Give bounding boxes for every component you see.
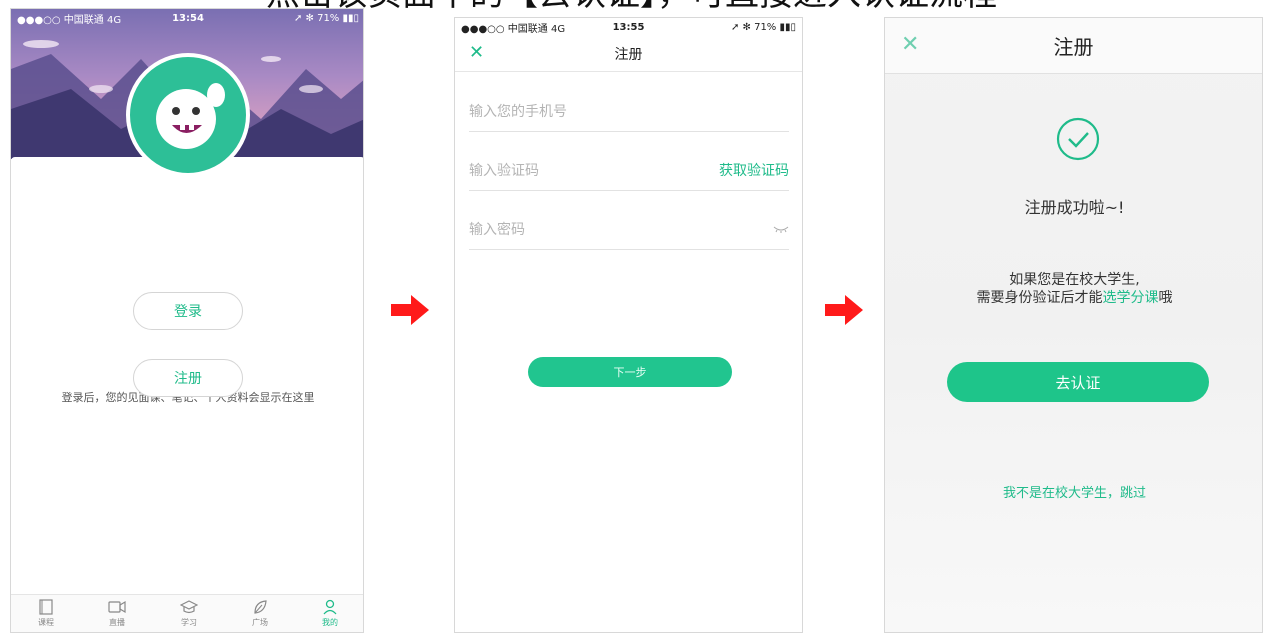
- bottom-tab-bar: 课程 直播 学习 广场 我的: [11, 594, 363, 632]
- yeti-mascot-icon: [156, 83, 225, 149]
- credit-course-link: 选学分课: [1102, 290, 1159, 306]
- go-verify-button[interactable]: 去认证: [947, 362, 1209, 402]
- page-title: 注册: [614, 46, 643, 63]
- check-circle-icon: [1056, 117, 1100, 161]
- verification-hint: 如果您是在校大学生, 需要身份验证后才能选学分课哦: [885, 271, 1262, 307]
- tab-mine[interactable]: 我的: [322, 599, 338, 628]
- phone-number-placeholder: 输入您的手机号: [469, 103, 567, 120]
- profile-screen: ●●●○○ 中国联通 4G 13:54 ➚ ✻ 71% ▮▮▯ 登录后，您的见面…: [10, 8, 364, 633]
- tab-live[interactable]: 直播: [108, 599, 126, 628]
- tab-label: 学习: [181, 618, 197, 627]
- arrow-right-icon: [825, 295, 863, 325]
- status-time: 13:54: [172, 12, 204, 24]
- book-icon: [39, 599, 53, 615]
- verification-code-field[interactable]: 输入验证码 获取验证码: [469, 149, 789, 191]
- avatar: [126, 53, 250, 177]
- page-title: 注册: [1053, 35, 1094, 59]
- nav-bar: ✕ 注册: [455, 36, 802, 72]
- hint-suffix: 哦: [1158, 290, 1173, 306]
- tab-label: 广场: [252, 618, 268, 627]
- register-form-screen: ●●●○○ 中国联通 4G 13:55 ➚ ✻ 71% ▮▮▯ ✕ 注册 输入您…: [454, 17, 803, 633]
- video-icon: [108, 600, 126, 614]
- phone-number-field[interactable]: 输入您的手机号: [469, 90, 789, 132]
- hint-line-1: 如果您是在校大学生,: [1009, 272, 1140, 288]
- arrow-right-icon: [391, 295, 429, 325]
- next-step-button[interactable]: 下一步: [528, 357, 732, 387]
- person-icon: [323, 599, 337, 615]
- password-placeholder: 输入密码: [469, 221, 525, 238]
- register-success-screen: ✕ 注册 注册成功啦~! 如果您是在校大学生, 需要身份验证后才能选学分课哦 去…: [884, 17, 1263, 633]
- skip-link[interactable]: 我不是在校大学生，跳过: [885, 482, 1262, 501]
- verification-code-placeholder: 输入验证码: [469, 162, 539, 179]
- tab-course[interactable]: 课程: [38, 599, 54, 628]
- tab-label: 我的: [322, 618, 338, 627]
- success-message: 注册成功啦~!: [1024, 198, 1125, 217]
- leaf-icon: [254, 600, 267, 614]
- close-icon[interactable]: ✕: [469, 44, 484, 62]
- status-bar: ●●●○○ 中国联通 4G 13:55 ➚ ✻ 71% ▮▮▯: [455, 18, 802, 36]
- status-time: 13:55: [612, 21, 645, 33]
- login-button[interactable]: 登录: [133, 292, 243, 330]
- graduation-cap-icon: [180, 600, 198, 614]
- hint-line-2: 需要身份验证后才能选学分课哦: [885, 289, 1262, 307]
- status-bar: ●●●○○ 中国联通 4G 13:54 ➚ ✻ 71% ▮▮▯: [11, 9, 363, 27]
- nav-bar: ✕ 注册: [885, 18, 1262, 74]
- get-code-button[interactable]: 获取验证码: [719, 160, 789, 180]
- eye-closed-icon[interactable]: [773, 225, 789, 233]
- tab-label: 直播: [109, 618, 125, 627]
- hint-prefix: 需要身份验证后才能: [976, 290, 1103, 306]
- tab-label: 课程: [38, 618, 54, 627]
- tab-study[interactable]: 学习: [180, 599, 198, 628]
- tab-square[interactable]: 广场: [252, 599, 268, 628]
- profile-card: 登录后，您的见面课、笔记、个人资料会显示在这里 登录 注册: [11, 157, 363, 607]
- password-field[interactable]: 输入密码: [469, 208, 789, 250]
- register-button[interactable]: 注册: [133, 359, 243, 397]
- close-icon[interactable]: ✕: [901, 34, 919, 56]
